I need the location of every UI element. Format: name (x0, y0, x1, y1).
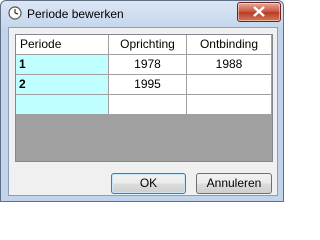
dialog-client-area: Periode Oprichting Ontbinding 1 1978 198… (8, 27, 278, 196)
ontbinding-cell[interactable] (187, 75, 272, 95)
close-button[interactable] (237, 2, 281, 22)
ontbinding-cell[interactable] (187, 95, 272, 115)
table-row[interactable]: 2 1995 (16, 75, 272, 95)
ok-button[interactable]: OK (111, 173, 186, 194)
column-header-periode[interactable]: Periode (16, 35, 109, 55)
oprichting-cell[interactable]: 1978 (109, 55, 187, 75)
table-row[interactable]: 1 1978 1988 (16, 55, 272, 75)
grid-header-row: Periode Oprichting Ontbinding (16, 35, 272, 55)
title-bar[interactable]: Periode bewerken (1, 1, 283, 27)
clock-icon (8, 6, 22, 20)
row-header-cell[interactable]: 1 (16, 55, 109, 75)
row-header-cell[interactable]: 2 (16, 75, 109, 95)
table-row-new[interactable] (16, 95, 272, 115)
ontbinding-cell[interactable]: 1988 (187, 55, 272, 75)
close-icon (253, 6, 265, 17)
oprichting-cell[interactable]: 1995 (109, 75, 187, 95)
column-header-oprichting[interactable]: Oprichting (109, 35, 187, 55)
oprichting-cell[interactable] (109, 95, 187, 115)
row-header-cell[interactable] (16, 95, 109, 115)
cancel-button[interactable]: Annuleren (196, 173, 272, 194)
period-grid[interactable]: Periode Oprichting Ontbinding 1 1978 198… (15, 34, 273, 162)
window-title: Periode bewerken (27, 7, 124, 21)
column-header-ontbinding[interactable]: Ontbinding (187, 35, 272, 55)
dialog-window: Periode bewerken Periode Oprichting Ontb… (0, 0, 284, 202)
